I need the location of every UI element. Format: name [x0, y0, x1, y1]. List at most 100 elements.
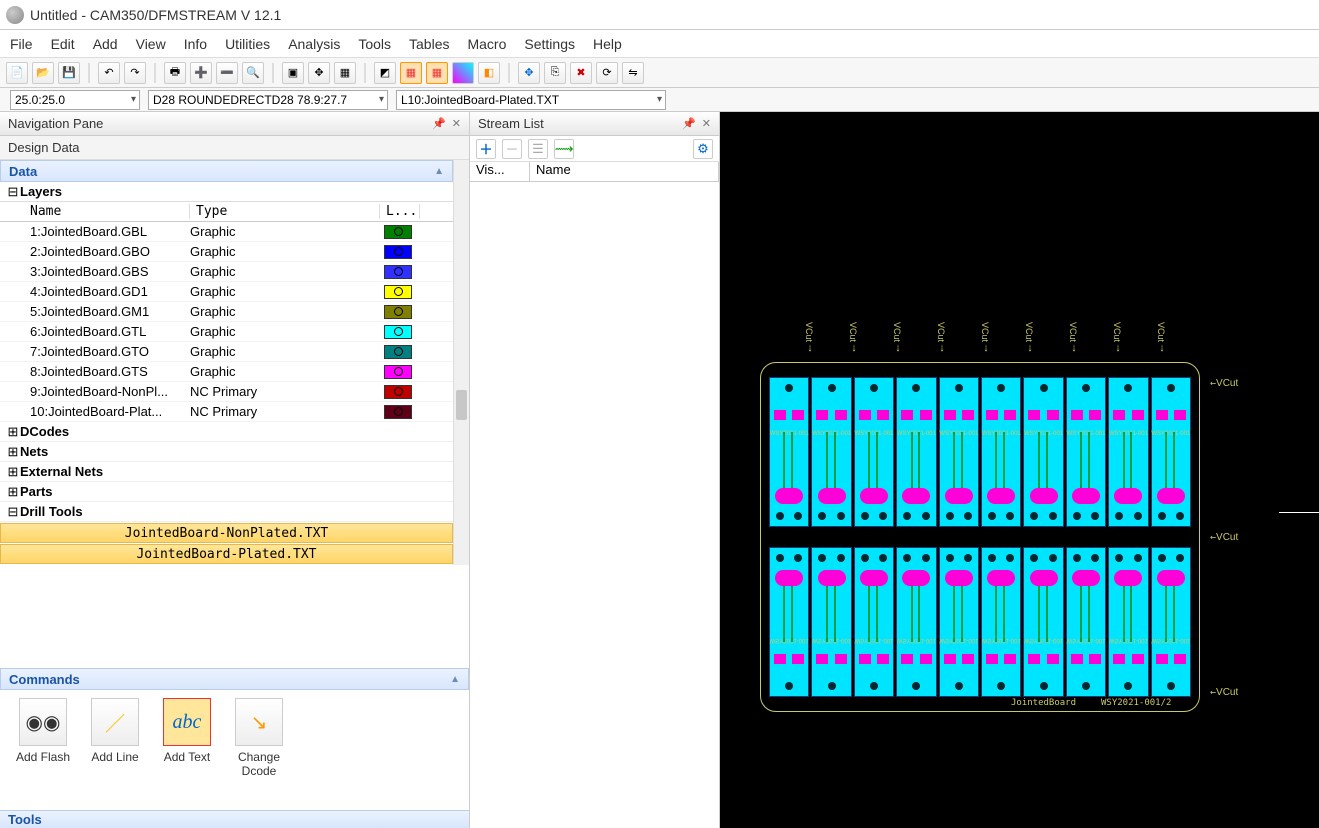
data-accordion[interactable]: Data ▲: [0, 160, 453, 182]
cmd-add-text[interactable]: abcAdd Text: [152, 698, 222, 802]
drill-tool-row[interactable]: JointedBoard-NonPlated.TXT: [0, 523, 453, 543]
list-icon[interactable]: ☰: [528, 139, 548, 159]
layer-icon[interactable]: ▦: [334, 62, 356, 84]
col-vis[interactable]: Vis...: [470, 162, 530, 181]
col-color[interactable]: L...: [380, 204, 420, 219]
layer-row[interactable]: 10:JointedBoard-Plat... NC Primary: [0, 402, 453, 422]
menu-settings[interactable]: Settings: [524, 36, 575, 52]
section-parts[interactable]: ⊞Parts: [0, 482, 453, 502]
coords-combo[interactable]: 25.0:25.0: [10, 90, 140, 110]
layer-swatch[interactable]: [380, 245, 420, 259]
fit-icon[interactable]: ▣: [282, 62, 304, 84]
color-icon[interactable]: [452, 62, 474, 84]
layer-swatch[interactable]: [380, 325, 420, 339]
grid1-icon[interactable]: ▦: [400, 62, 422, 84]
cmd-add-flash[interactable]: ◉◉Add Flash: [8, 698, 78, 802]
refresh-icon[interactable]: ⟿: [554, 139, 574, 159]
scrollbar[interactable]: [453, 160, 469, 565]
layer-row[interactable]: 7:JointedBoard.GTO Graphic: [0, 342, 453, 362]
open-icon[interactable]: 📂: [32, 62, 54, 84]
menu-tables[interactable]: Tables: [409, 36, 449, 52]
col-name[interactable]: Name: [530, 162, 719, 181]
layer-swatch[interactable]: [380, 305, 420, 319]
layers-node[interactable]: ⊟Layers: [0, 182, 453, 202]
layer-swatch[interactable]: [380, 345, 420, 359]
palette-icon[interactable]: ◧: [478, 62, 500, 84]
col-name[interactable]: Name: [0, 204, 190, 219]
section-nets[interactable]: ⊞Nets: [0, 442, 453, 462]
zoom-add-icon[interactable]: ➕: [190, 62, 212, 84]
expand-icon[interactable]: ⊞: [6, 424, 20, 440]
save-icon[interactable]: 💾: [58, 62, 80, 84]
layer-name: 4:JointedBoard.GD1: [0, 284, 190, 299]
ruler-vertical: [720, 112, 730, 828]
cmd-add-line[interactable]: ／Add Line: [80, 698, 150, 802]
delete-icon[interactable]: ✖: [570, 62, 592, 84]
mirror-icon[interactable]: ⇋: [622, 62, 644, 84]
menu-analysis[interactable]: Analysis: [288, 36, 340, 52]
zoom-sub-icon[interactable]: ➖: [216, 62, 238, 84]
dcode-combo[interactable]: D28 ROUNDEDRECTD28 78.9:27.7: [148, 90, 388, 110]
panel-cell: WSY2021-001: [1023, 547, 1063, 697]
layer-swatch[interactable]: [380, 225, 420, 239]
menu-macro[interactable]: Macro: [467, 36, 506, 52]
print-icon[interactable]: 🖶: [164, 62, 186, 84]
layer-row[interactable]: 9:JointedBoard-NonPl... NC Primary: [0, 382, 453, 402]
new-icon[interactable]: 📄: [6, 62, 28, 84]
commands-accordion[interactable]: Commands ▲: [0, 668, 469, 690]
expand-icon[interactable]: ⊞: [6, 444, 20, 460]
close-icon[interactable]: ✕: [702, 117, 711, 130]
menu-add[interactable]: Add: [93, 36, 118, 52]
pin-icon[interactable]: 📌: [432, 117, 446, 130]
layer-swatch[interactable]: [380, 405, 420, 419]
cmd-change-dcode[interactable]: ↘Change Dcode: [224, 698, 294, 802]
design-canvas[interactable]: VCut↓VCut↓VCut↓VCut↓VCut↓VCut↓VCut↓VCut↓…: [720, 112, 1319, 828]
section-dcodes[interactable]: ⊞DCodes: [0, 422, 453, 442]
search-icon[interactable]: 🔍: [242, 62, 264, 84]
layer-row[interactable]: 2:JointedBoard.GBO Graphic: [0, 242, 453, 262]
layer-combo[interactable]: L10:JointedBoard-Plated.TXT: [396, 90, 666, 110]
expand-icon[interactable]: ⊞: [6, 464, 20, 480]
redo-icon[interactable]: ↷: [124, 62, 146, 84]
section-drill-tools[interactable]: ⊟Drill Tools: [0, 502, 453, 522]
layer-row[interactable]: 4:JointedBoard.GD1 Graphic: [0, 282, 453, 302]
menu-info[interactable]: Info: [184, 36, 207, 52]
menu-tools[interactable]: Tools: [358, 36, 391, 52]
remove-icon[interactable]: －: [502, 139, 522, 159]
collapse-icon[interactable]: ⊟: [6, 184, 20, 200]
layer-row[interactable]: 3:JointedBoard.GBS Graphic: [0, 262, 453, 282]
layer-row[interactable]: 6:JointedBoard.GTL Graphic: [0, 322, 453, 342]
menu-view[interactable]: View: [136, 36, 166, 52]
collapse-icon[interactable]: ⊟: [6, 504, 20, 520]
menu-utilities[interactable]: Utilities: [225, 36, 270, 52]
add-icon[interactable]: ＋: [476, 139, 496, 159]
layer-swatch[interactable]: [380, 385, 420, 399]
grid2-icon[interactable]: ▦: [426, 62, 448, 84]
rotate-icon[interactable]: ⟳: [596, 62, 618, 84]
drill-tool-row[interactable]: JointedBoard-Plated.TXT: [0, 544, 453, 564]
pan-icon[interactable]: ✥: [308, 62, 330, 84]
layer-row[interactable]: 5:JointedBoard.GM1 Graphic: [0, 302, 453, 322]
section-external-nets[interactable]: ⊞External Nets: [0, 462, 453, 482]
select-icon[interactable]: ◩: [374, 62, 396, 84]
design-data-header[interactable]: Design Data: [0, 136, 469, 160]
scroll-thumb[interactable]: [456, 390, 467, 420]
pin-icon[interactable]: 📌: [682, 117, 696, 130]
undo-icon[interactable]: ↶: [98, 62, 120, 84]
expand-icon[interactable]: ⊞: [6, 484, 20, 500]
vcut-arrow: VCut↓: [1024, 322, 1036, 354]
menu-file[interactable]: File: [10, 36, 33, 52]
layer-row[interactable]: 1:JointedBoard.GBL Graphic: [0, 222, 453, 242]
layer-swatch[interactable]: [380, 265, 420, 279]
tools-accordion[interactable]: Tools: [0, 810, 469, 828]
layer-swatch[interactable]: [380, 285, 420, 299]
close-icon[interactable]: ✕: [452, 117, 461, 130]
menu-edit[interactable]: Edit: [51, 36, 75, 52]
menu-help[interactable]: Help: [593, 36, 622, 52]
move-icon[interactable]: ✥: [518, 62, 540, 84]
copy-icon[interactable]: ⎘: [544, 62, 566, 84]
layer-row[interactable]: 8:JointedBoard.GTS Graphic: [0, 362, 453, 382]
col-type[interactable]: Type: [190, 204, 380, 219]
layer-swatch[interactable]: [380, 365, 420, 379]
gear-icon[interactable]: ⚙: [693, 139, 713, 159]
